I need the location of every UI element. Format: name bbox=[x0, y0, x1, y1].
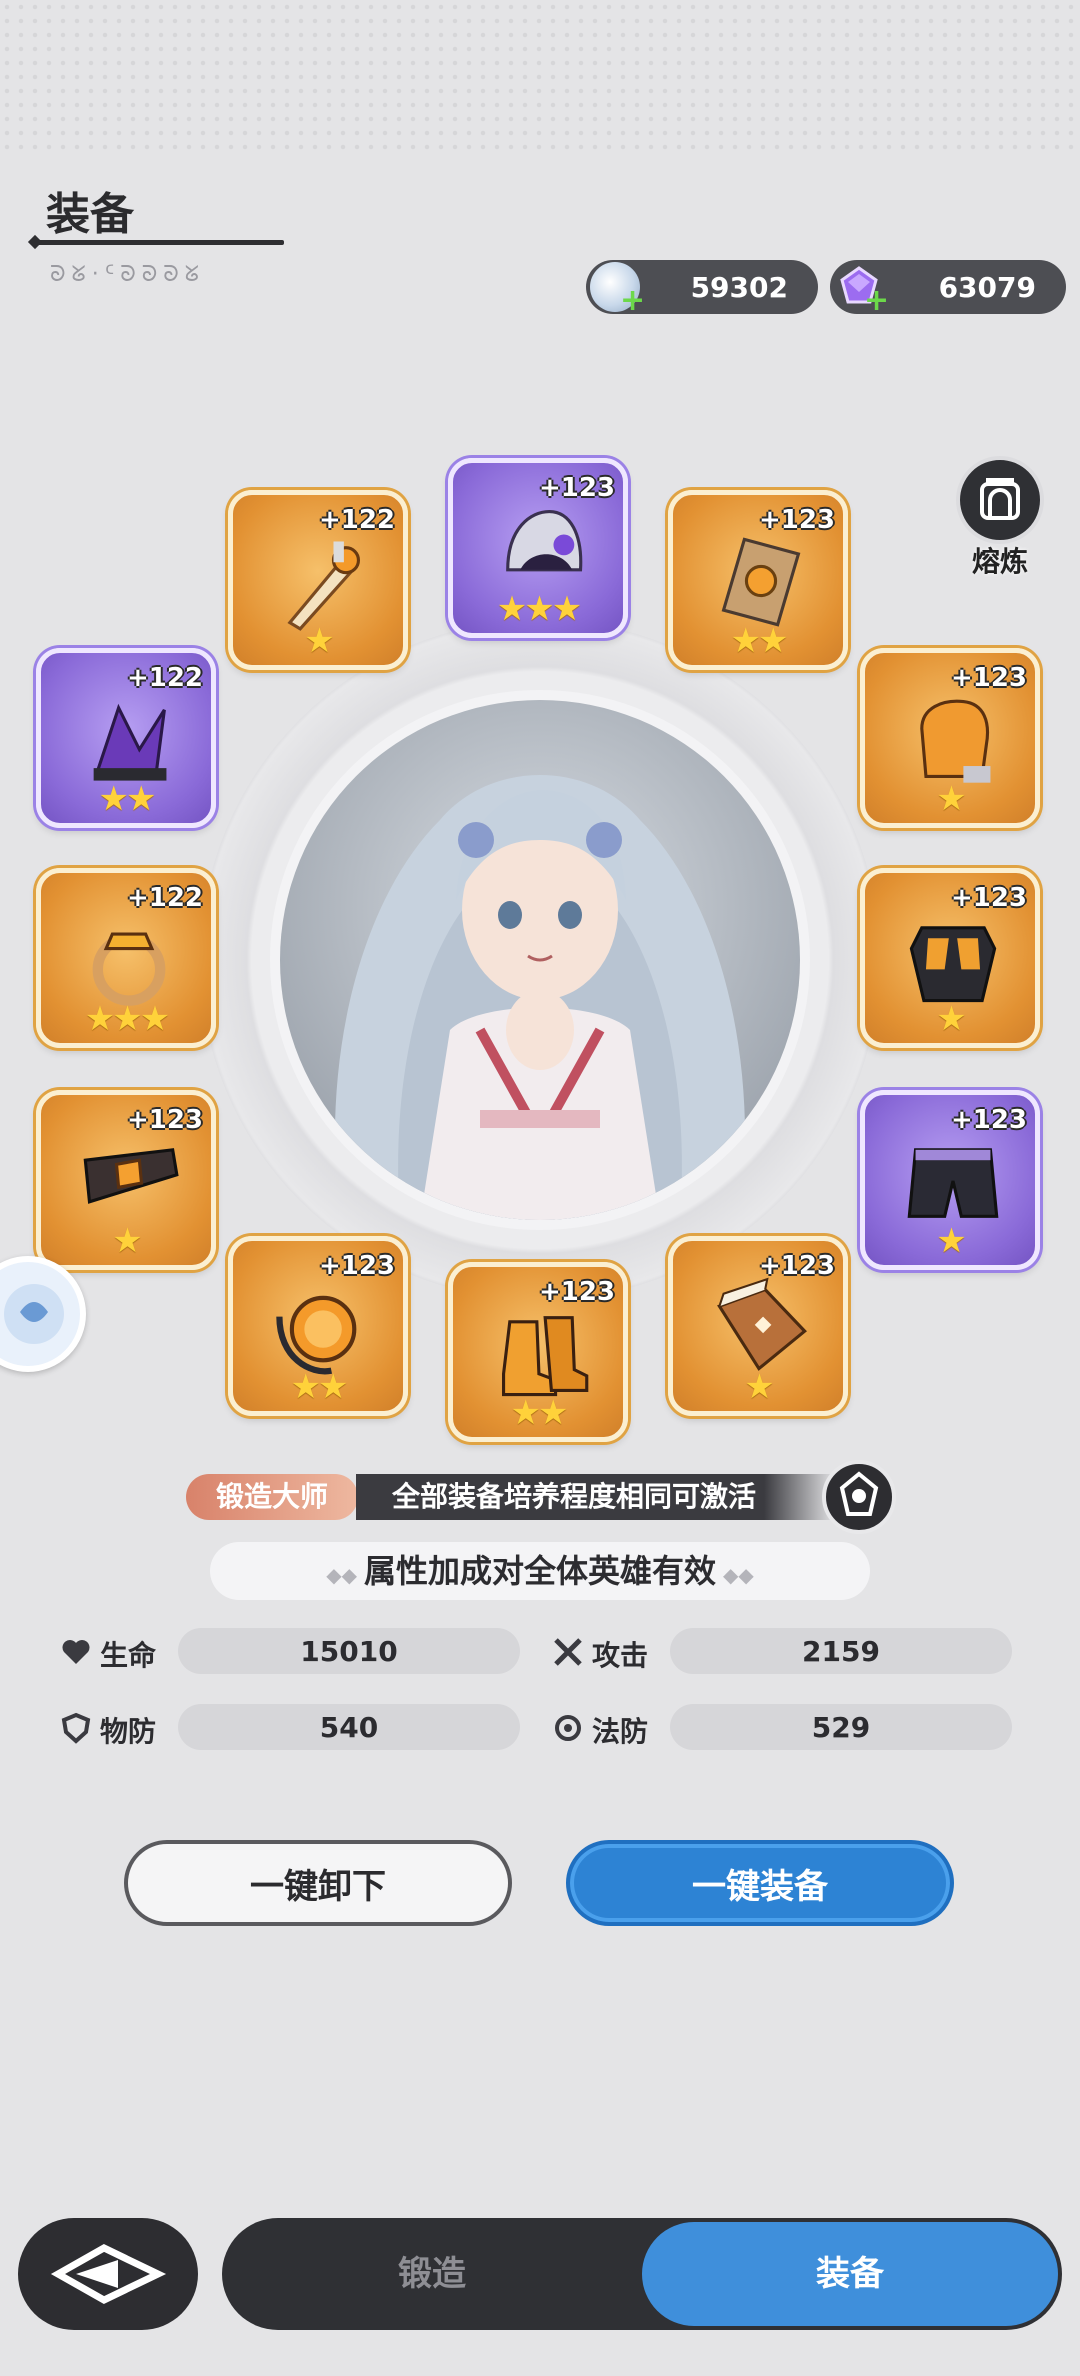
bonus-text: 属性加成对全体英雄有效 bbox=[363, 1552, 716, 1590]
hero-portrait[interactable] bbox=[270, 690, 810, 1230]
slot-shield[interactable]: +123 ★★ bbox=[668, 490, 848, 670]
stat-label: 攻击 bbox=[592, 1639, 649, 1672]
stat-value-bar: 529 bbox=[670, 1704, 1012, 1750]
stat-value: 15010 bbox=[300, 1635, 398, 1668]
slot-sword[interactable]: +122 ★ bbox=[228, 490, 408, 670]
star-rating: ★ bbox=[936, 1221, 966, 1261]
equip-all-button[interactable]: 一键装备 bbox=[566, 1840, 954, 1926]
star-rating: ★★ bbox=[290, 1367, 349, 1407]
stat-value-bar: 15010 bbox=[178, 1628, 520, 1674]
gem-amount: 63079 bbox=[938, 271, 1036, 304]
shorts-icon bbox=[907, 1148, 999, 1218]
stat-hp: 生命 15010 bbox=[60, 1628, 520, 1674]
forge-master-icon bbox=[839, 1471, 879, 1516]
crossed-swords-icon bbox=[554, 1638, 582, 1666]
level-label: +122 bbox=[126, 663, 203, 693]
home-emblem-icon bbox=[50, 2244, 167, 2304]
add-silver-icon[interactable]: + bbox=[620, 286, 645, 316]
star-rating: ★★★ bbox=[496, 589, 582, 629]
stat-label: 法防 bbox=[592, 1715, 649, 1748]
smelt-button[interactable] bbox=[956, 456, 1044, 544]
stat-physical-defense: 物防 540 bbox=[60, 1704, 520, 1750]
add-gem-icon[interactable]: + bbox=[864, 286, 889, 316]
silver-currency-bar[interactable]: + 59302 bbox=[586, 260, 818, 316]
chestplate-icon bbox=[909, 926, 997, 1003]
level-label: +122 bbox=[126, 883, 203, 913]
gem-currency-bar[interactable]: + 63079 bbox=[830, 260, 1066, 316]
slot-boots[interactable]: +123 ★★ bbox=[448, 1262, 628, 1442]
slot-headpiece[interactable]: +122 ★★ bbox=[36, 648, 216, 828]
back-home-button[interactable] bbox=[18, 2218, 198, 2330]
page-title: 装备 bbox=[46, 189, 134, 240]
title-glyphs: ᘐᘜ·ᑦᘐᘐᘐᘜ bbox=[50, 262, 205, 287]
stat-value-bar: 2159 bbox=[670, 1628, 1012, 1674]
title-underline bbox=[36, 240, 284, 245]
helmet-icon bbox=[506, 509, 583, 572]
silver-amount: 59302 bbox=[690, 271, 788, 304]
forge-master-button[interactable] bbox=[822, 1460, 896, 1534]
boots-icon bbox=[502, 1316, 589, 1397]
diamond-deco-left: ◆◆ bbox=[326, 1563, 364, 1587]
shield-icon bbox=[721, 537, 801, 627]
level-label: +122 bbox=[318, 505, 395, 535]
level-label: +123 bbox=[126, 1105, 203, 1135]
ring-icon bbox=[92, 932, 166, 1006]
heart-icon bbox=[62, 1640, 90, 1664]
shield-defense-icon bbox=[61, 1712, 91, 1744]
stat-value: 529 bbox=[811, 1711, 871, 1744]
level-label: +123 bbox=[950, 1105, 1027, 1135]
stat-magic-defense: 法防 529 bbox=[552, 1704, 1012, 1750]
stat-value: 540 bbox=[319, 1711, 379, 1744]
star-rating: ★ bbox=[936, 999, 966, 1039]
slot-amulet[interactable]: +123 ★★ bbox=[228, 1236, 408, 1416]
amulet-icon bbox=[276, 1295, 357, 1375]
slot-book[interactable]: +123 ★ bbox=[668, 1236, 848, 1416]
star-rating: ★ bbox=[304, 621, 334, 661]
forge-master-description: 全部装备培养程度相同可激活 bbox=[356, 1474, 836, 1520]
gauntlet-icon bbox=[920, 699, 991, 783]
stat-label: 物防 bbox=[100, 1715, 157, 1748]
slot-ring[interactable]: +122 ★★★ bbox=[36, 868, 216, 1048]
stat-value-bar: 540 bbox=[178, 1704, 520, 1750]
tab-forge[interactable]: 锻造 bbox=[222, 2218, 642, 2330]
diamond-deco-right: ◆◆ bbox=[716, 1563, 754, 1587]
bottom-tab-bar: 锻造 装备 bbox=[222, 2218, 1062, 2330]
star-rating: ★ bbox=[744, 1367, 774, 1407]
star-rating: ★ bbox=[112, 1221, 142, 1261]
sword-icon bbox=[287, 541, 361, 631]
stat-label: 生命 bbox=[100, 1639, 157, 1672]
star-rating: ★★ bbox=[510, 1393, 569, 1433]
belt-icon bbox=[83, 1148, 179, 1204]
level-label: +123 bbox=[538, 473, 615, 503]
stat-attack: 攻击 2159 bbox=[552, 1628, 1012, 1674]
star-rating: ★★ bbox=[98, 779, 157, 819]
headpiece-icon bbox=[93, 703, 167, 781]
forge-master-badge: 锻造大师 bbox=[186, 1474, 358, 1520]
header-pattern bbox=[0, 0, 1080, 150]
slot-belt[interactable]: +123 ★ bbox=[36, 1090, 216, 1270]
slot-chestplate[interactable]: +123 ★ bbox=[860, 868, 1040, 1048]
book-icon bbox=[717, 1277, 807, 1371]
level-label: +123 bbox=[950, 883, 1027, 913]
furnace-icon bbox=[980, 478, 1020, 520]
level-label: +123 bbox=[950, 663, 1027, 693]
slot-gauntlet[interactable]: +123 ★ bbox=[860, 648, 1040, 828]
star-rating: ★ bbox=[936, 779, 966, 819]
event-icon bbox=[4, 1284, 64, 1344]
stat-value: 2159 bbox=[802, 1635, 880, 1668]
tab-equip[interactable]: 装备 bbox=[642, 2222, 1058, 2326]
level-label: +123 bbox=[758, 505, 835, 535]
magic-defense-icon bbox=[555, 1715, 581, 1741]
star-rating: ★★★ bbox=[84, 999, 170, 1039]
side-event-button[interactable] bbox=[0, 1256, 86, 1372]
smelt-label: 熔炼 bbox=[971, 545, 1028, 578]
bonus-banner: ◆◆ 属性加成对全体英雄有效 ◆◆ bbox=[210, 1542, 870, 1600]
slot-helmet[interactable]: +123 ★★★ bbox=[448, 458, 628, 638]
level-label: +123 bbox=[538, 1277, 615, 1307]
level-label: +123 bbox=[758, 1251, 835, 1281]
slot-shorts[interactable]: +123 ★ bbox=[860, 1090, 1040, 1270]
unequip-all-button[interactable]: 一键卸下 bbox=[124, 1840, 512, 1926]
star-rating: ★★ bbox=[730, 621, 789, 661]
level-label: +123 bbox=[318, 1251, 395, 1281]
